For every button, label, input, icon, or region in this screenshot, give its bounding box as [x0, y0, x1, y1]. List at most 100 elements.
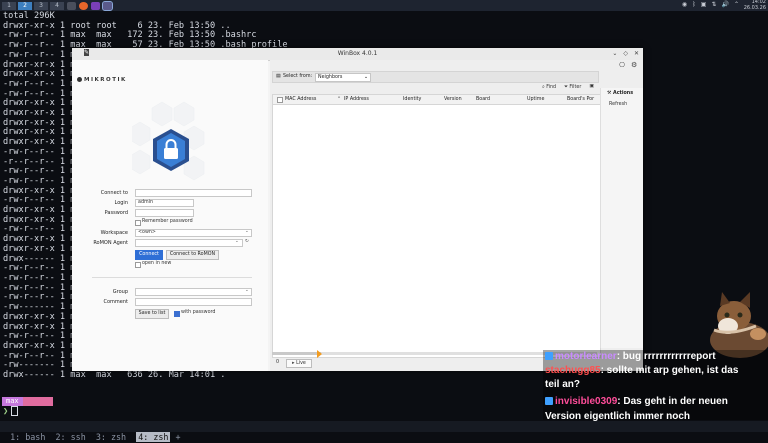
grid-toolbar: ⌕ Find ⏷ Filter ▣	[542, 84, 594, 90]
connect-to-romon-button[interactable]: Connect to RoMON	[166, 250, 219, 260]
scan-progress-fill	[272, 352, 321, 355]
timeline-marker-icon[interactable]	[317, 350, 322, 358]
export-icon[interactable]: ▣	[589, 84, 594, 90]
prompt-user-segment: max	[2, 397, 23, 406]
actions-header: ⚒ Actions	[607, 91, 633, 96]
open-in-new-checkbox[interactable]	[135, 262, 141, 268]
search-icon: ⌕	[542, 85, 545, 90]
remember-password-checkbox[interactable]	[135, 220, 141, 226]
refresh-action[interactable]: Refresh	[609, 102, 627, 107]
tmux-window-current[interactable]: 4: zsh	[136, 432, 171, 442]
webcam-cat-image	[710, 292, 768, 358]
neighbors-table[interactable]: MAC Address ⌃ IP Address Identity Versio…	[272, 94, 601, 358]
settings-gear-icon[interactable]: ⚙	[631, 61, 637, 69]
select-from-dropdown[interactable]: Neighbors ⌄	[315, 73, 371, 82]
connect-to-input[interactable]	[135, 189, 252, 197]
open-in-new-label: open in new	[142, 261, 172, 266]
clipboard-icon[interactable]: ▣	[701, 1, 707, 8]
comment-input[interactable]	[135, 298, 252, 306]
chat-message-continued: Version eigentlich immer noch	[545, 411, 690, 422]
romon-agent-select[interactable]	[135, 239, 243, 247]
live-button[interactable]: ▸ Live	[286, 359, 312, 368]
maximize-icon[interactable]: ◇	[623, 48, 628, 60]
tmux-window-3[interactable]: 3: zsh	[96, 432, 126, 442]
with-password-label: with password	[181, 310, 216, 315]
obs-icon[interactable]	[91, 1, 100, 10]
sort-arrow-icon: ⌃	[337, 97, 342, 102]
select-from-toolbar: ▤ Select from: Neighbors ⌄	[272, 71, 599, 83]
terminal-cursor	[11, 406, 19, 416]
workspace-chevron-down-icon[interactable]: ⌄	[245, 229, 249, 234]
shell-prompt: max	[2, 397, 53, 406]
workspace-label: Workspace	[100, 230, 128, 236]
column-identity[interactable]: Identity	[403, 95, 421, 104]
column-boards-port[interactable]: Board's Por	[567, 95, 594, 104]
column-uptime[interactable]: Uptime	[527, 95, 544, 104]
select-from-value: Neighbors	[318, 75, 343, 80]
filter-button[interactable]: ⏷ Filter	[564, 84, 581, 90]
workspace-1[interactable]: 1	[2, 1, 16, 10]
steam-icon[interactable]: ◉	[682, 1, 687, 8]
tmux-status-bar: 1: bash 2: ssh 3: zsh 4: zsh +	[0, 421, 768, 442]
winbox-taskbar-icon[interactable]	[102, 0, 113, 11]
chat-text: : bug rrrrrrrrrrrreport	[616, 351, 716, 362]
column-version[interactable]: Version	[444, 95, 462, 104]
layout-icon[interactable]: ⎔	[619, 61, 625, 69]
tmux-window-2[interactable]: 2: ssh	[55, 432, 85, 442]
connect-button[interactable]: Connect	[135, 250, 163, 260]
workspace-select[interactable]: <own>	[135, 229, 252, 237]
prompt-path-segment	[22, 397, 53, 406]
app-launcher-icon[interactable]	[67, 1, 76, 10]
mikrotik-logo-text: MIKROTIK	[84, 77, 127, 83]
row-count: 0	[276, 360, 280, 365]
column-mac-address[interactable]: MAC Address	[285, 95, 316, 104]
group-select[interactable]	[135, 288, 252, 296]
filter-icon: ⏷	[564, 85, 568, 90]
actions-panel: ⚒ Actions Refresh	[600, 88, 643, 348]
workspace-4[interactable]: 4	[50, 1, 64, 10]
actions-header-label: Actions	[612, 91, 634, 96]
workspace-2[interactable]: 2	[18, 1, 32, 10]
romon-refresh-icon[interactable]: ↻	[245, 239, 249, 244]
system-taskbar: 1 2 3 4 ◉ ᛒ ▣ ⇅ 🔊 ⌃ 14:02 26.03.26	[0, 0, 768, 11]
close-icon[interactable]: ✕	[634, 48, 639, 60]
tmux-new-window[interactable]: +	[176, 432, 181, 442]
comment-label: Comment	[103, 299, 129, 305]
network-icon[interactable]: ⇅	[711, 1, 716, 8]
clock[interactable]: 14:02 26.03.26	[744, 0, 766, 11]
chat-text: Version eigentlich immer noch	[545, 411, 691, 422]
with-password-checkbox[interactable]	[174, 311, 180, 317]
minimize-icon[interactable]: ⌄	[612, 48, 617, 60]
save-to-list-button[interactable]: Save to list	[135, 309, 169, 319]
chat-username: invisible0309	[555, 396, 618, 407]
connect-to-label: Connect to	[100, 190, 128, 196]
column-ip-address[interactable]: IP Address	[344, 95, 369, 104]
bluetooth-icon[interactable]: ᛒ	[692, 1, 696, 8]
firefox-icon[interactable]	[79, 1, 88, 10]
play-icon: ▸	[292, 361, 295, 366]
romon-chevron-down-icon[interactable]: ⌄	[235, 239, 239, 244]
find-button[interactable]: ⌕ Find	[542, 84, 556, 90]
chat-message: invisible0309: Das geht in der neuen	[545, 396, 728, 407]
remember-password-label: Remember password	[142, 219, 193, 224]
chat-message: stachugg85: sollte mit arp gehen, ist da…	[545, 365, 738, 376]
actions-icon: ⚒	[607, 91, 612, 96]
select-all-checkbox[interactable]	[277, 97, 283, 103]
chat-text: teil an?	[545, 379, 581, 390]
prompt-symbol: ❯	[3, 406, 9, 417]
pin-icon[interactable]: ✎	[84, 49, 90, 56]
login-input[interactable]: admin	[135, 199, 194, 207]
group-chevron-down-icon[interactable]: ⌄	[245, 288, 249, 293]
expand-tray-icon[interactable]: ⌃	[734, 1, 739, 8]
chat-username: stachugg85	[545, 365, 601, 376]
chat-message-continued: teil an?	[545, 379, 580, 390]
login-label: Login	[114, 200, 129, 206]
shell-input-line[interactable]: ❯	[3, 406, 19, 417]
password-input[interactable]	[135, 209, 194, 217]
column-board[interactable]: Board	[476, 95, 490, 104]
tmux-window-1[interactable]: 1: bash	[10, 432, 45, 442]
chat-username: motorlearner	[555, 351, 617, 362]
stream-chat-overlay: motorlearner: bug rrrrrrrrrrrreport stac…	[543, 350, 768, 422]
volume-icon[interactable]: 🔊	[721, 1, 728, 8]
workspace-3[interactable]: 3	[34, 1, 48, 10]
